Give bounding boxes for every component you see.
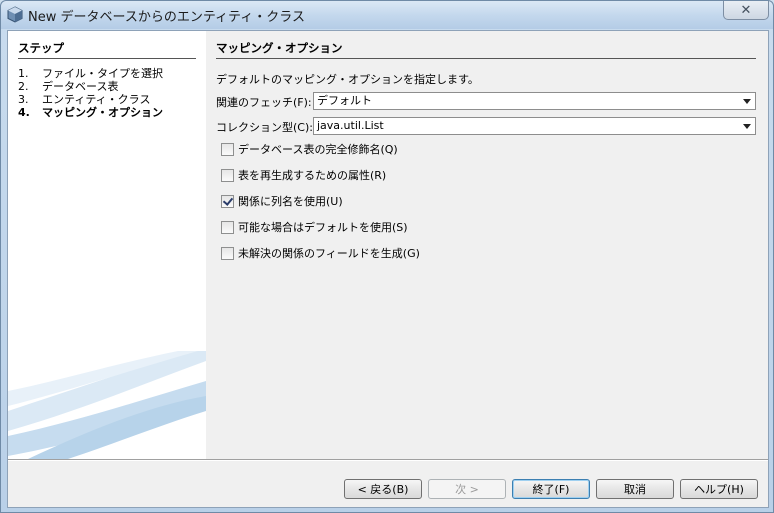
step-label: データベース表 bbox=[42, 80, 119, 93]
decorative-swoosh-graphic bbox=[8, 351, 206, 459]
panel-heading: マッピング・オプション bbox=[216, 40, 756, 59]
fetch-select[interactable]: デフォルト bbox=[313, 92, 756, 110]
checkbox-box[interactable] bbox=[221, 220, 234, 234]
checkbox-label: 表を再生成するための属性(R) bbox=[238, 169, 387, 182]
checkbox-use-defaults[interactable]: 可能な場合はデフォルトを使用(S) bbox=[221, 219, 408, 235]
mapping-options-panel: マッピング・オプション デフォルトのマッピング・オプションを指定します。 関連の… bbox=[206, 31, 768, 459]
cancel-button[interactable]: 取消 bbox=[596, 479, 674, 499]
dialog-window: New データベースからのエンティティ・クラス ✕ ステップ 1. ファイル・タ… bbox=[0, 0, 774, 513]
checkbox-generate-unresolved-fields[interactable]: 未解決の関係のフィールドを生成(G) bbox=[221, 245, 420, 261]
checkbox-label: 未解決の関係のフィールドを生成(G) bbox=[238, 247, 420, 260]
fetch-select-value: デフォルト bbox=[317, 94, 372, 107]
checkbox-box[interactable] bbox=[221, 168, 234, 182]
steps-panel: ステップ 1. ファイル・タイプを選択 2. データベース表 3. エンティティ… bbox=[8, 31, 206, 459]
step-item-current: 4. マッピング・オプション bbox=[18, 106, 163, 119]
chevron-down-icon bbox=[743, 99, 751, 104]
step-label: エンティティ・クラス bbox=[42, 93, 151, 106]
instruction-text: デフォルトのマッピング・オプションを指定します。 bbox=[216, 73, 479, 86]
netbeans-cube-icon bbox=[7, 6, 23, 23]
help-button[interactable]: ヘルプ(H) bbox=[680, 479, 758, 499]
step-number: 3. bbox=[18, 93, 29, 106]
collection-label: コレクション型(C): bbox=[216, 121, 313, 134]
checkbox-regenerate-attributes[interactable]: 表を再生成するための属性(R) bbox=[221, 167, 386, 183]
finish-button[interactable]: 終了(F) bbox=[512, 479, 590, 499]
step-number: 4. bbox=[18, 106, 30, 119]
chevron-down-icon bbox=[743, 124, 751, 129]
checkbox-box-checked[interactable] bbox=[221, 194, 234, 208]
checkbox-fully-qualified-names[interactable]: データベース表の完全修飾名(Q) bbox=[221, 141, 398, 157]
checkbox-box[interactable] bbox=[221, 246, 234, 260]
steps-heading: ステップ bbox=[18, 40, 196, 59]
footer-divider-highlight bbox=[8, 460, 768, 461]
checkbox-label: データベース表の完全修飾名(Q) bbox=[238, 143, 398, 156]
collection-type-select[interactable]: java.util.List bbox=[313, 117, 756, 135]
step-item: 3. エンティティ・クラス bbox=[18, 93, 163, 106]
step-label: マッピング・オプション bbox=[42, 106, 163, 119]
close-button[interactable]: ✕ bbox=[723, 1, 769, 20]
fetch-label: 関連のフェッチ(F): bbox=[216, 96, 312, 109]
close-icon: ✕ bbox=[740, 2, 752, 18]
checkbox-use-column-names[interactable]: 関係に列名を使用(U) bbox=[221, 193, 343, 209]
steps-list: 1. ファイル・タイプを選択 2. データベース表 3. エンティティ・クラス … bbox=[18, 67, 163, 119]
step-item: 1. ファイル・タイプを選択 bbox=[18, 67, 163, 80]
dialog-client-area: ステップ 1. ファイル・タイプを選択 2. データベース表 3. エンティティ… bbox=[7, 30, 769, 508]
window-title: New データベースからのエンティティ・クラス bbox=[28, 10, 306, 25]
step-label: ファイル・タイプを選択 bbox=[42, 67, 163, 80]
step-number: 1. bbox=[18, 67, 29, 80]
checkbox-box[interactable] bbox=[221, 142, 234, 156]
back-button[interactable]: < 戻る(B) bbox=[344, 479, 422, 499]
collection-type-value: java.util.List bbox=[317, 119, 384, 132]
title-bar[interactable]: New データベースからのエンティティ・クラス ✕ bbox=[1, 1, 773, 29]
step-item: 2. データベース表 bbox=[18, 80, 163, 93]
checkbox-label: 可能な場合はデフォルトを使用(S) bbox=[238, 221, 408, 234]
next-button[interactable]: 次 > bbox=[428, 479, 506, 499]
checkbox-label: 関係に列名を使用(U) bbox=[238, 195, 343, 208]
step-number: 2. bbox=[18, 80, 29, 93]
